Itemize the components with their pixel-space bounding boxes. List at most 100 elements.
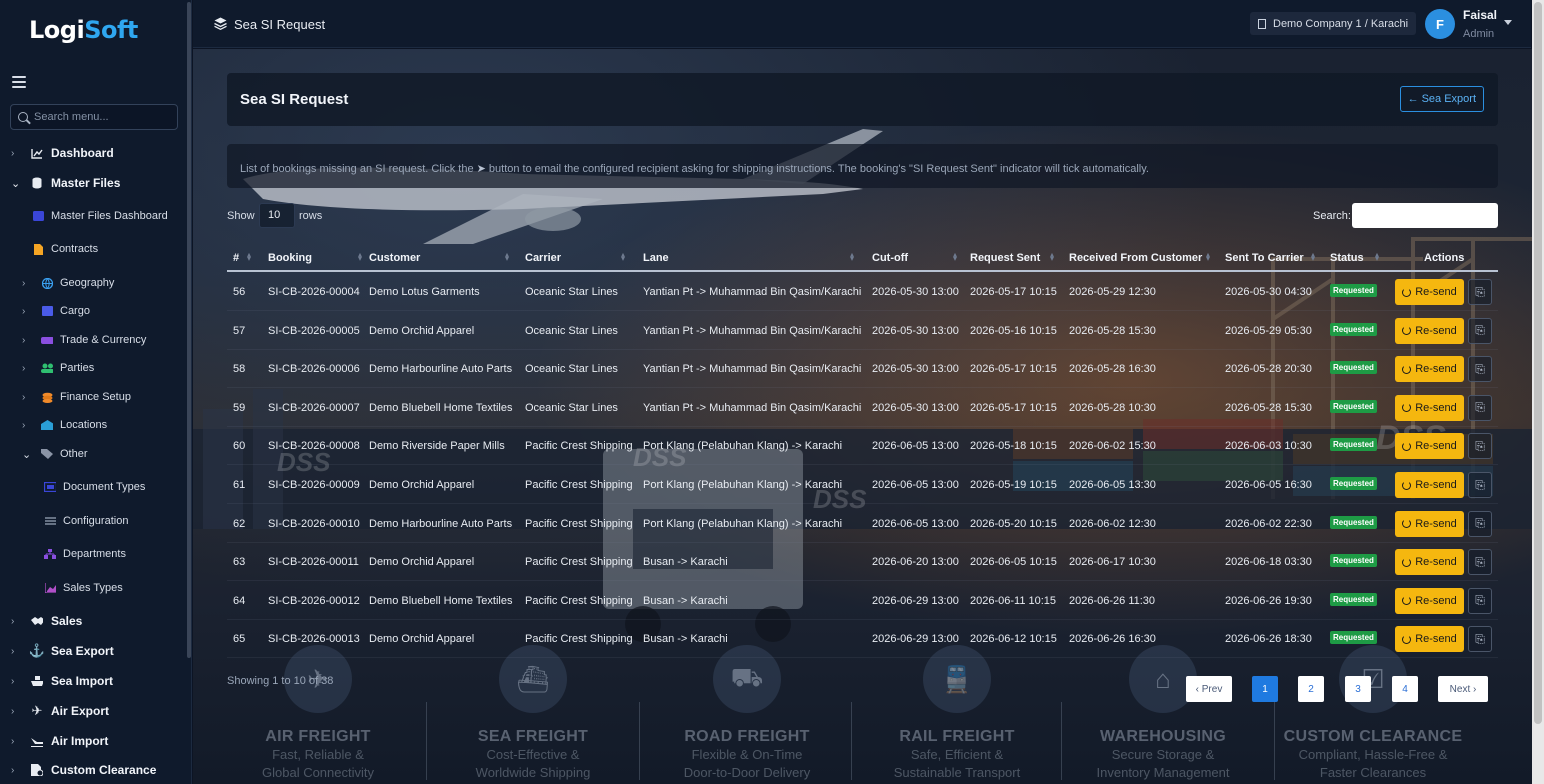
page-button[interactable]: 2 <box>1298 676 1324 702</box>
resend-button[interactable]: Re-send <box>1395 317 1464 344</box>
paperclip-icon[interactable]: ⎘ <box>1468 433 1492 460</box>
sidebar-item-master-files-dashboard[interactable]: Master Files Dashboard <box>0 208 190 224</box>
resend-button[interactable]: Re-send <box>1395 279 1464 305</box>
menu-toggle-icon[interactable] <box>12 76 26 88</box>
sidebar-item-air-import[interactable]: › Air Import <box>0 733 190 749</box>
paperclip-icon[interactable]: ⎘ <box>1468 510 1492 537</box>
sort-icon[interactable]: ▴ ▾ <box>1050 251 1056 263</box>
info-text: List of bookings missing an SI request. … <box>240 162 1149 175</box>
caret-down-icon[interactable] <box>1504 20 1512 25</box>
back-button-label: Sea Export <box>1421 93 1476 105</box>
resend-button[interactable]: Re-send <box>1395 587 1464 614</box>
resend-button[interactable]: Re-send <box>1395 549 1464 576</box>
resend-button[interactable]: Re-send <box>1395 626 1464 653</box>
sidebar-item-parties[interactable]: › Parties <box>0 360 190 376</box>
paperclip-icon[interactable]: ⎘ <box>1468 472 1492 498</box>
customer-name: Demo Bluebell Home Textiles <box>369 401 513 414</box>
chevron-right-icon: › <box>22 362 26 374</box>
next-page-button[interactable]: Next › <box>1438 676 1488 702</box>
sidebar-item-document-types[interactable]: Document Types <box>0 479 190 495</box>
page-button[interactable]: 1 <box>1252 676 1278 702</box>
sidebar-item-other[interactable]: ⌄ Other <box>0 446 190 462</box>
sort-icon[interactable]: ▴ ▾ <box>505 251 511 263</box>
sidebar-search-input[interactable] <box>34 111 174 123</box>
rows-per-page-select[interactable]: 10 <box>259 203 295 228</box>
table-search-input[interactable] <box>1352 203 1498 228</box>
sort-icon[interactable]: ▴ ▾ <box>953 251 959 263</box>
user-name[interactable]: Faisal <box>1463 8 1497 22</box>
sort-icon[interactable]: ▴ ▾ <box>1311 251 1317 263</box>
column-header[interactable]: Lane <box>643 252 669 264</box>
status-badge: Requested <box>1330 515 1377 529</box>
column-header[interactable]: Cut-off <box>872 252 908 264</box>
paperclip-icon[interactable]: ⎘ <box>1468 587 1492 614</box>
sidebar-item-departments[interactable]: Departments <box>0 546 190 562</box>
service-sea-freight: ⛴ SEA FREIGHT Cost-Effective & Worldwide… <box>423 645 643 782</box>
lane: Busan -> Karachi <box>643 556 728 569</box>
paperclip-icon[interactable]: ⎘ <box>1468 549 1492 576</box>
resend-button[interactable]: Re-send <box>1395 356 1464 383</box>
sidebar-item-master-files[interactable]: ⌄ Master Files <box>0 175 190 191</box>
sort-icon[interactable]: ▴ ▾ <box>850 251 856 263</box>
sidebar-search <box>10 104 178 130</box>
status-badge: Requested <box>1330 361 1377 375</box>
customer-name: Demo Orchid Apparel <box>369 324 475 337</box>
paper-plane-icon: ➤ <box>476 163 486 175</box>
paperclip-icon[interactable]: ⎘ <box>1468 626 1492 653</box>
sidebar-item-dashboard[interactable]: › Dashboard <box>0 145 190 161</box>
paperclip-icon[interactable]: ⎘ <box>1468 356 1492 383</box>
resend-label: Re-send <box>1415 324 1457 337</box>
paperclip-icon[interactable]: ⎘ <box>1468 317 1492 344</box>
sidebar-item-configuration[interactable]: Configuration <box>0 513 190 529</box>
column-header[interactable]: Status <box>1330 252 1364 264</box>
customer-name: Demo Riverside Paper Mills <box>369 440 505 453</box>
sidebar-item-sales-types[interactable]: Sales Types <box>0 580 190 596</box>
sidebar-item-locations[interactable]: › Locations <box>0 417 190 433</box>
sidebar-item-sea-export[interactable]: › ⚓ Sea Export <box>0 643 190 659</box>
sort-icon[interactable]: ▴ ▾ <box>247 251 253 263</box>
sort-icon[interactable]: ▴ ▾ <box>1375 251 1381 263</box>
page-button[interactable]: 3 <box>1345 676 1371 702</box>
column-header[interactable]: Carrier <box>525 252 561 264</box>
logisoft-logo[interactable]: LogiSoft <box>29 16 138 44</box>
lane: Port Klang (Pelabuhan Klang) -> Karachi <box>643 479 843 491</box>
resend-button[interactable]: Re-send <box>1395 394 1464 421</box>
column-header[interactable]: Request Sent <box>970 252 1040 264</box>
sort-icon[interactable]: ▴ ▾ <box>358 251 364 263</box>
sidebar-item-air-export[interactable]: › ✈ Air Export <box>0 703 190 719</box>
paperclip-icon[interactable]: ⎘ <box>1468 394 1492 421</box>
logo-text: Logi <box>29 16 85 44</box>
sea-export-back-button[interactable]: ← Sea Export <box>1399 86 1484 112</box>
sidebar-item-cargo[interactable]: › Cargo <box>0 303 190 319</box>
avatar[interactable]: F <box>1425 9 1455 39</box>
prev-page-button[interactable]: ‹ Prev <box>1186 676 1232 702</box>
sidebar-item-geography[interactable]: › Geography <box>0 275 190 291</box>
paperclip-icon[interactable]: ⎘ <box>1468 279 1492 305</box>
sidebar-item-sales[interactable]: › Sales <box>0 613 190 629</box>
sidebar-item-custom-clearance[interactable]: › Custom Clearance <box>0 762 190 778</box>
column-header[interactable]: Customer <box>369 252 420 264</box>
scrollbar-thumb[interactable] <box>1534 2 1542 724</box>
carrier-name: Pacific Crest Shipping <box>525 633 633 646</box>
column-header[interactable]: Sent To Carrier <box>1225 252 1304 264</box>
lane: Yantian Pt -> Muhammad Bin Qasim/Karachi <box>643 401 862 414</box>
sort-icon[interactable]: ▴ ▾ <box>621 251 627 263</box>
sidebar-item-finance-setup[interactable]: › Finance Setup <box>0 389 190 405</box>
page-button[interactable]: 4 <box>1392 676 1418 702</box>
sidebar-item-trade-currency[interactable]: › Trade & Currency <box>0 332 190 348</box>
service-line-1: Safe, Efficient & <box>910 747 1004 762</box>
column-header[interactable]: Booking <box>268 252 312 264</box>
services-band: ✈ AIR FREIGHT Fast, Reliable & Global Co… <box>193 645 1532 784</box>
customer-name: Demo Lotus Garments <box>369 286 480 298</box>
sidebar-item-sea-import[interactable]: › Sea Import <box>0 673 190 689</box>
sidebar-scrollbar[interactable] <box>187 2 191 658</box>
sort-icon[interactable]: ▴ ▾ <box>1206 251 1212 263</box>
sidebar-item-contracts[interactable]: Contracts <box>0 241 190 257</box>
resend-button[interactable]: Re-send <box>1395 510 1464 537</box>
column-header[interactable]: Received From Customer <box>1069 252 1202 264</box>
main-scrollbar[interactable] <box>1532 0 1544 784</box>
resend-button[interactable]: Re-send <box>1395 472 1464 498</box>
column-header[interactable]: # <box>233 252 239 264</box>
company-selector[interactable]: Demo Company 1 / Karachi <box>1250 12 1417 35</box>
resend-button[interactable]: Re-send <box>1395 433 1464 460</box>
